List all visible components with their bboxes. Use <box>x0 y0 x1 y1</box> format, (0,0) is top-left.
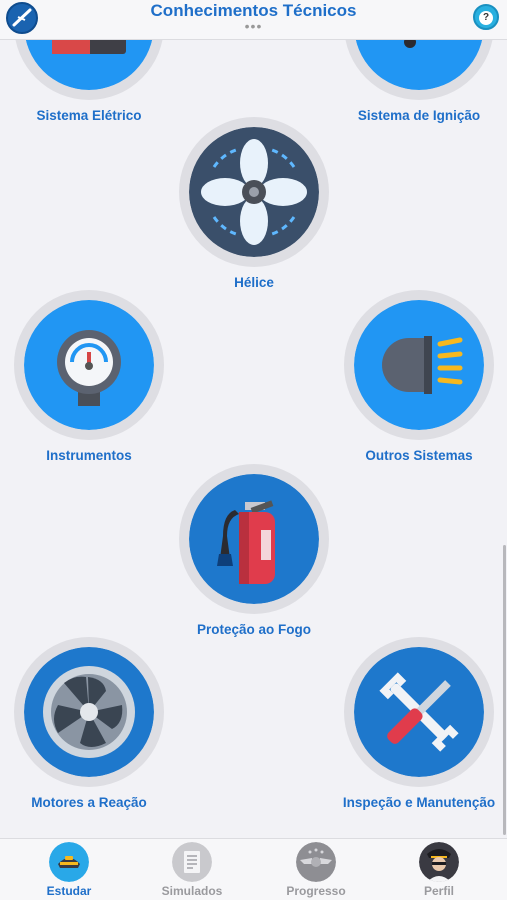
topic-instrumentos[interactable]: Instrumentos <box>9 290 169 465</box>
tab-label: Perfil <box>423 884 454 898</box>
topic-label: Proteção ao Fogo <box>196 622 311 637</box>
headlight-icon <box>354 300 484 430</box>
wings-badge-icon <box>296 842 336 882</box>
tab-label: Estudar <box>46 884 92 898</box>
topic-outros-sistemas[interactable]: Outros Sistemas <box>339 290 499 465</box>
topic-label: Instrumentos <box>46 448 132 463</box>
topic-ring <box>344 637 494 787</box>
tab-label: Progresso <box>286 884 346 898</box>
topic-ring <box>179 117 329 267</box>
topic-label: Outros Sistemas <box>365 448 473 463</box>
topic-inspecao-manutencao[interactable]: Inspeção e Manutenção <box>339 637 499 812</box>
topic-label: Inspeção e Manutenção <box>342 795 496 810</box>
jet-engine-icon <box>24 647 154 777</box>
bottom-tab-bar: Estudar Simulados Progresso Perfil <box>0 838 507 900</box>
help-chat-icon[interactable]: ? <box>473 4 499 30</box>
help-glyph: ? <box>479 11 493 25</box>
topic-label: Sistema de Ignição <box>357 108 481 123</box>
tab-simulados[interactable]: Simulados <box>142 842 242 898</box>
topic-ring <box>14 637 164 787</box>
topic-helice[interactable]: Hélice <box>174 117 334 292</box>
topic-ring <box>179 464 329 614</box>
document-icon <box>172 842 212 882</box>
topic-grid: Sistema Elétrico Sistema de Ignição Héli… <box>0 0 507 838</box>
topic-protecao-fogo[interactable]: Proteção ao Fogo <box>174 464 334 639</box>
topic-label: Motores a Reação <box>31 795 147 810</box>
topic-motores-reacao[interactable]: Motores a Reação <box>9 637 169 812</box>
topic-label: Hélice <box>234 275 274 290</box>
more-dots-icon[interactable]: ••• <box>0 18 507 34</box>
scrollbar[interactable] <box>503 545 506 835</box>
tab-perfil[interactable]: Perfil <box>389 842 489 898</box>
wrench-screwdriver-icon <box>354 647 484 777</box>
tab-estudar[interactable]: Estudar <box>19 842 119 898</box>
topic-label: Sistema Elétrico <box>36 108 142 123</box>
tab-progresso[interactable]: Progresso <box>266 842 366 898</box>
pressure-gauge-icon <box>24 300 154 430</box>
pilot-avatar-icon <box>419 842 459 882</box>
top-bar: Conhecimentos Técnicos ••• ? <box>0 0 507 40</box>
fire-extinguisher-icon <box>189 474 319 604</box>
propeller-icon <box>189 127 319 257</box>
topic-ring <box>14 290 164 440</box>
pilot-hat-icon <box>49 842 89 882</box>
topic-ring <box>344 290 494 440</box>
tab-label: Simulados <box>161 884 223 898</box>
